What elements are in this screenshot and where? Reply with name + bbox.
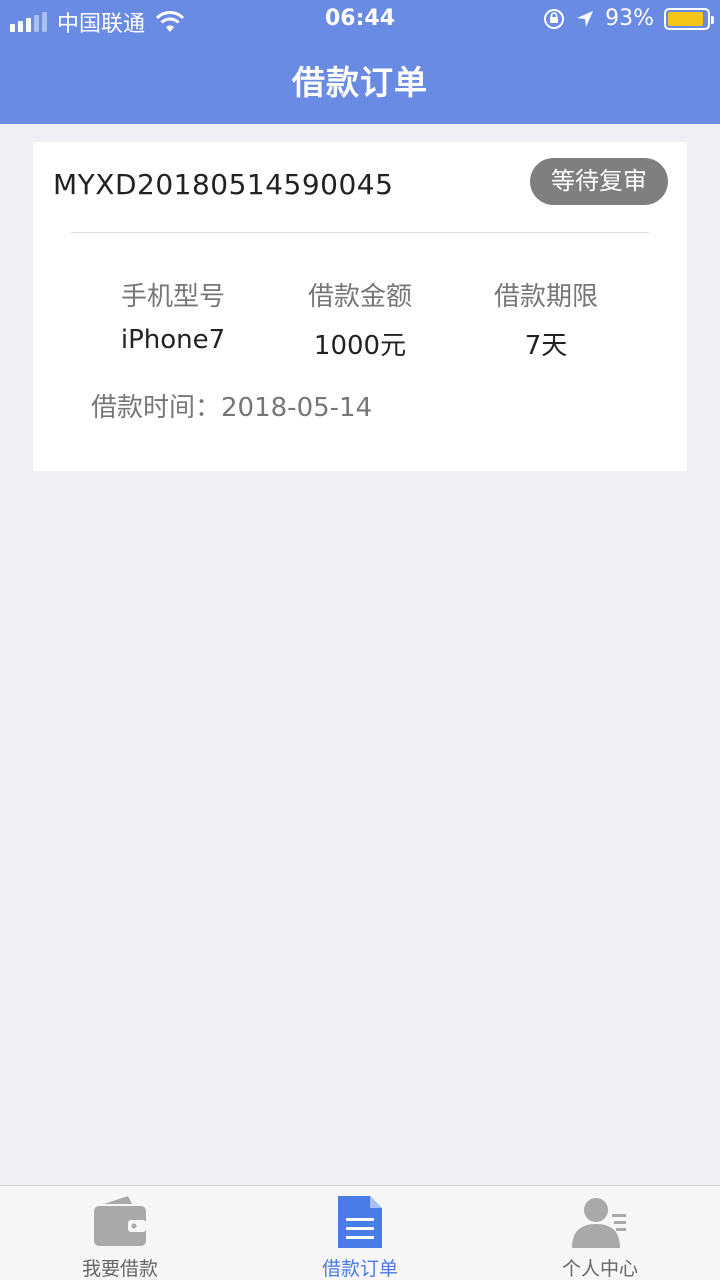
status-bar: 中国联通 06:44 93% (0, 0, 720, 40)
person-icon (572, 1198, 626, 1248)
info-phone-model: 手机型号 iPhone7 (83, 276, 263, 355)
info-loan-term: 借款期限 7天 (456, 276, 636, 362)
loan-time-label: 借款时间： (91, 393, 222, 423)
battery-fill (668, 11, 704, 26)
header: 中国联通 06:44 93% 借款订单 (0, 0, 720, 124)
tab-borrow[interactable]: 我要借款 (0, 1186, 240, 1280)
document-icon (338, 1196, 382, 1248)
status-badge: 等待复审 (530, 158, 668, 205)
info-value: 7天 (524, 331, 568, 361)
battery-percent: 93% (605, 6, 654, 31)
page-title: 借款订单 (292, 63, 428, 102)
info-label: 借款期限 (493, 282, 598, 312)
tab-orders[interactable]: 借款订单 (240, 1186, 480, 1280)
info-value: iPhone7 (120, 325, 226, 355)
order-card[interactable]: MYXD20180514590045 等待复审 手机型号 iPhone7 借款金… (33, 142, 687, 471)
info-loan-amount: 借款金额 1000元 (270, 276, 450, 362)
loan-time-value: 2018-05-14 (221, 393, 373, 423)
tab-label: 借款订单 (321, 1258, 398, 1280)
info-label: 借款金额 (307, 282, 412, 312)
battery-icon (664, 7, 714, 30)
wallet-icon (94, 1196, 146, 1246)
loan-time: 借款时间：2018-05-14 (91, 387, 372, 424)
tab-profile[interactable]: 个人中心 (480, 1186, 720, 1280)
tab-label: 我要借款 (81, 1258, 158, 1280)
info-label: 手机型号 (120, 282, 225, 312)
location-arrow-icon (577, 10, 594, 27)
order-number: MYXD20180514590045 (53, 168, 394, 201)
tab-bar: 我要借款 借款订单 个人中心 (0, 1185, 720, 1280)
orientation-lock-icon (544, 8, 565, 29)
status-right: 93% (543, 6, 714, 31)
info-value: 1000元 (313, 331, 407, 361)
divider (71, 232, 649, 233)
tab-label: 个人中心 (561, 1258, 638, 1280)
